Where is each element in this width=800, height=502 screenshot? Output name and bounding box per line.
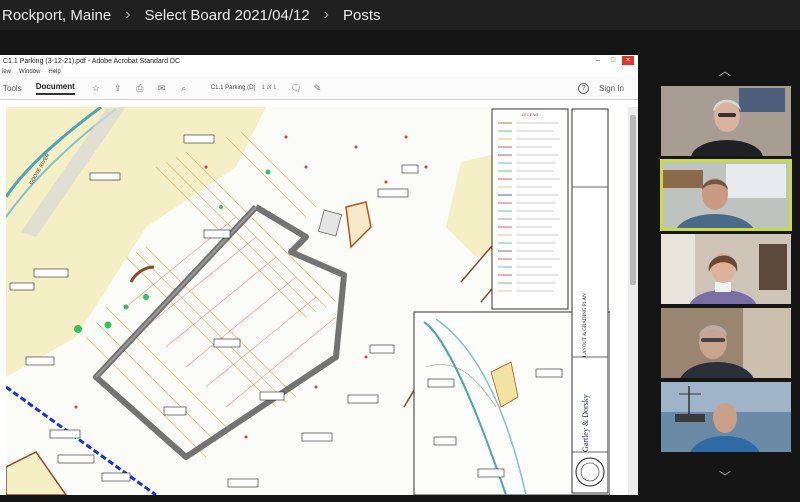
building-outline <box>317 209 343 237</box>
chevron-right-icon: › <box>323 6 329 23</box>
participant-5-feed <box>661 382 791 452</box>
participant-3-feed <box>661 234 791 304</box>
print-icon[interactable]: ⎙ <box>135 83 145 93</box>
legend-title: LEGEND <box>522 112 539 117</box>
breadcrumb-meeting-link[interactable]: Select Board 2021/04/12 <box>145 7 310 24</box>
tab-tools[interactable]: Tools <box>3 84 22 93</box>
menu-window[interactable]: Window <box>19 69 40 75</box>
participant-1-feed <box>661 86 791 156</box>
participant-2-feed <box>661 160 791 230</box>
breadcrumb: Rockport, Maine › Select Board 2021/04/1… <box>0 0 800 30</box>
minimize-button[interactable]: – <box>592 56 604 65</box>
inset-callout <box>433 436 457 446</box>
comment-icon[interactable]: 🗨 <box>291 83 302 93</box>
chevron-up-icon[interactable]: ︿ <box>718 65 732 77</box>
parcel-bottom-left <box>6 451 67 495</box>
upload-icon[interactable]: ⇪ <box>113 83 123 93</box>
firm-name: Gartley & Dorsky <box>581 394 590 452</box>
curved-feature <box>129 265 155 283</box>
scrollbar-thumb[interactable] <box>630 115 636 285</box>
close-button[interactable]: × <box>622 56 634 65</box>
participant-video-1[interactable] <box>661 86 791 156</box>
mail-icon[interactable]: ✉ <box>157 83 167 93</box>
inset-callout <box>477 468 505 478</box>
participant-video-3[interactable] <box>661 234 791 304</box>
page-info: 1 of 1 <box>261 85 277 91</box>
participant-4-feed <box>661 308 791 378</box>
menu-view[interactable]: iew <box>2 69 11 75</box>
search-icon[interactable]: ⌕ <box>179 83 189 93</box>
site-plan-drawing: GOOSE RIVER LEGEND LAYOUT & GRADING PLAN… <box>6 107 610 495</box>
maximize-button[interactable]: □ <box>607 56 619 65</box>
breadcrumb-posts-link[interactable]: Posts <box>343 7 381 24</box>
help-icon[interactable]: ? <box>578 82 590 94</box>
inset-callout <box>427 378 455 388</box>
participant-video-2-active-speaker[interactable] <box>660 159 792 231</box>
chevron-right-icon: › <box>125 6 131 23</box>
sheet-title: LAYOUT & GRADING PLAN <box>583 293 588 357</box>
window-title: C1.1 Parking (3-12-21).pdf - Adobe Acrob… <box>3 57 181 65</box>
menu-bar: iew Window Help <box>0 67 638 77</box>
chevron-down-icon[interactable]: ﹀ <box>718 471 732 483</box>
acrobat-toolbar: Tools Document ☆ ⇪ ⎙ ✉ ⌕ C1.1 Parking (D… <box>0 77 638 100</box>
pen-icon[interactable]: ✎ <box>313 83 323 93</box>
title-block <box>571 108 609 494</box>
participant-video-4[interactable] <box>661 308 791 378</box>
file-chip[interactable]: C1.1 Parking (D) <box>211 85 256 91</box>
shared-screen: C1.1 Parking (3-12-21).pdf - Adobe Acrob… <box>0 55 638 495</box>
tab-document[interactable]: Document <box>35 82 75 95</box>
building-orange <box>345 201 372 249</box>
acrobat-title-bar: C1.1 Parking (3-12-21).pdf - Adobe Acrob… <box>0 55 638 67</box>
inset-callout <box>535 368 563 378</box>
star-icon[interactable]: ☆ <box>91 83 101 93</box>
vertical-scrollbar[interactable] <box>628 107 638 495</box>
sign-in-link[interactable]: Sign In <box>599 84 624 93</box>
breadcrumb-town-link[interactable]: Rockport, Maine <box>2 7 111 24</box>
participant-video-5[interactable] <box>661 382 791 452</box>
menu-help[interactable]: Help <box>48 69 60 75</box>
